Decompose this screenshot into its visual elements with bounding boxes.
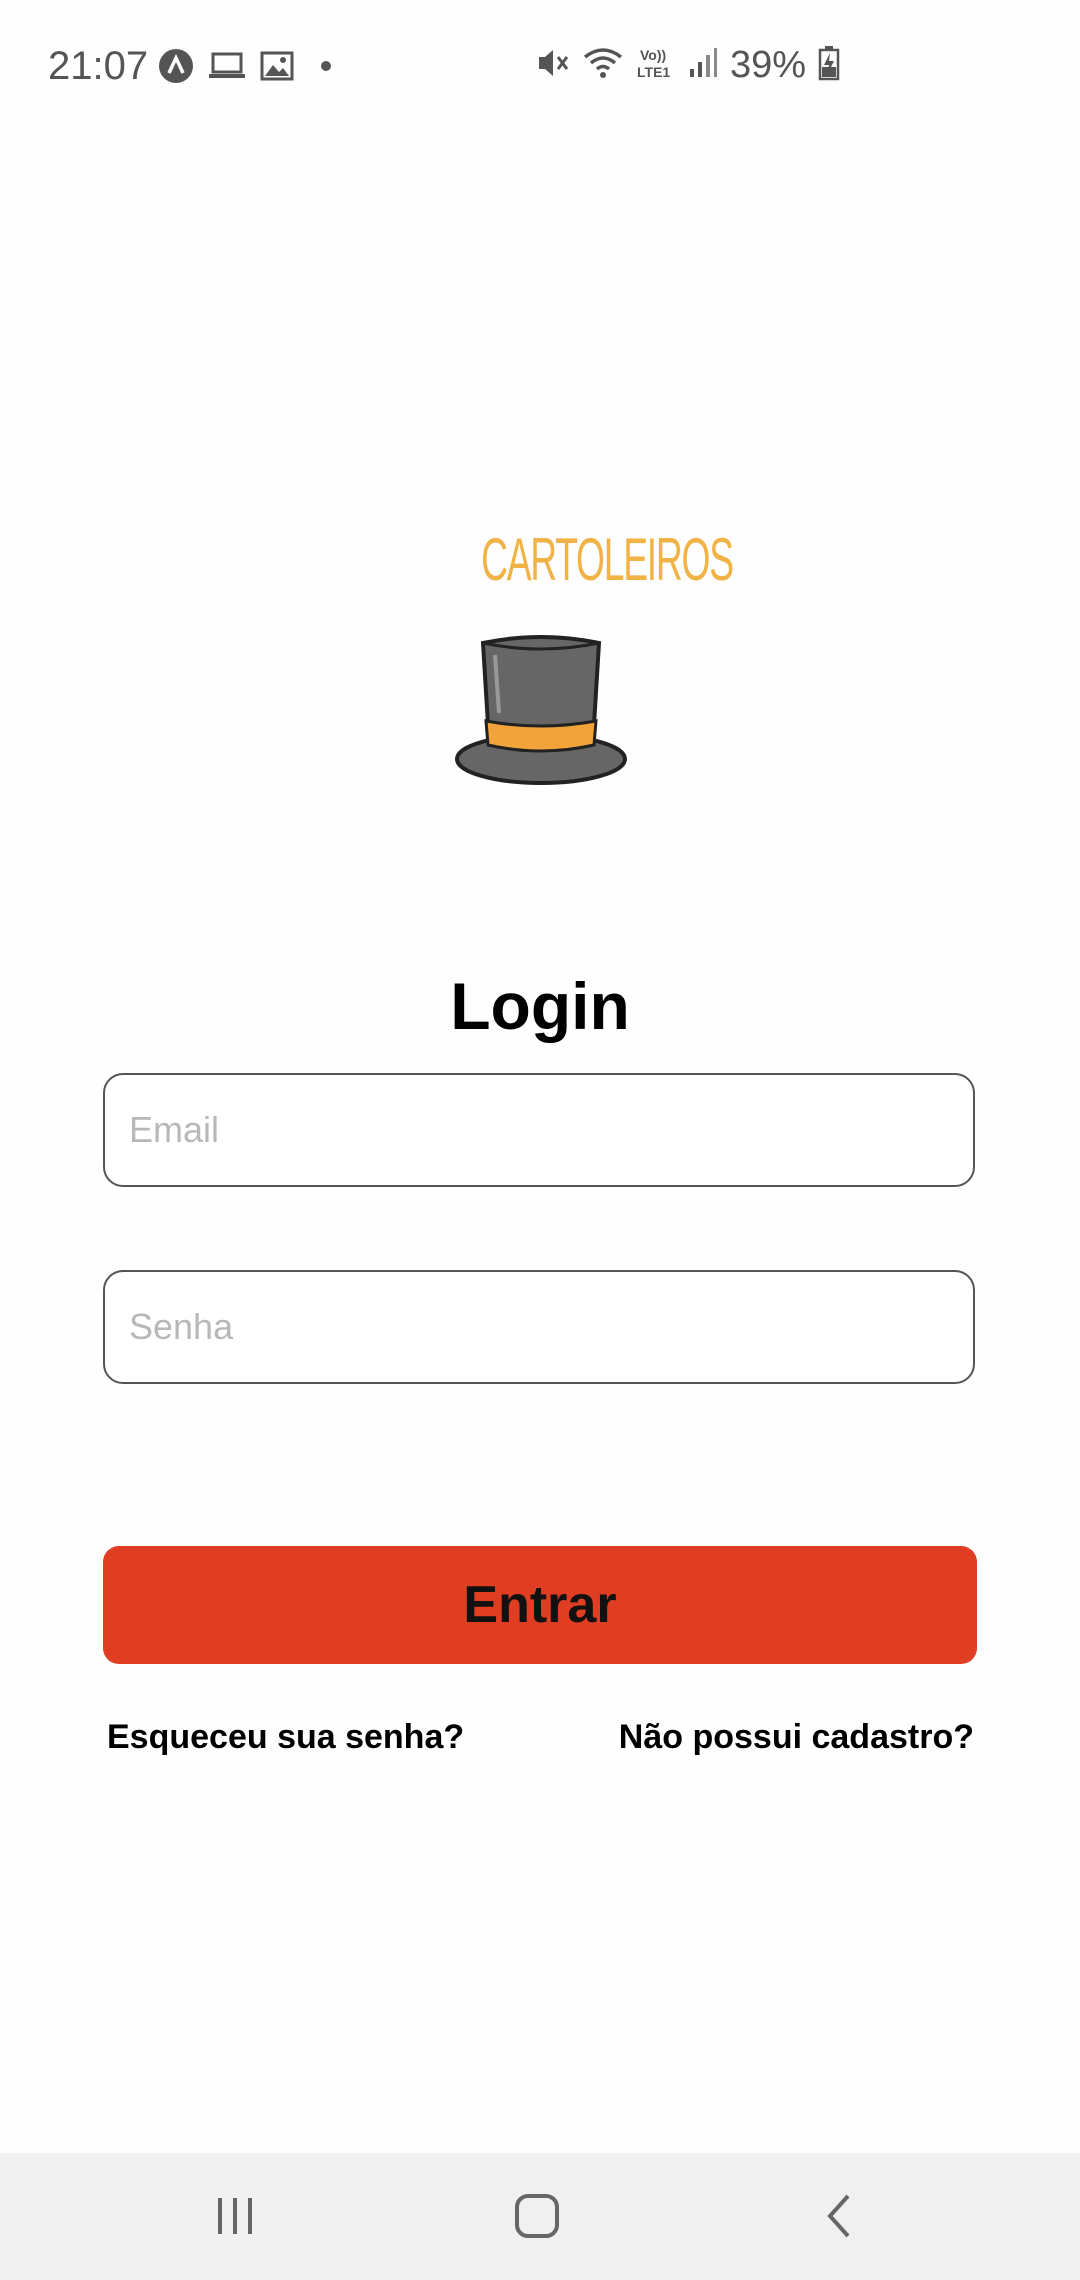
laptop-icon xyxy=(208,51,246,86)
battery-charging-icon xyxy=(818,45,840,86)
svg-text:Vo)): Vo)) xyxy=(640,47,666,63)
wifi-icon xyxy=(582,45,624,86)
back-button[interactable] xyxy=(805,2183,875,2253)
svg-text:LTE1: LTE1 xyxy=(637,64,670,80)
page-title: Login xyxy=(450,969,630,1043)
status-icons-left xyxy=(158,48,338,89)
volte-icon: Vo)) LTE1 xyxy=(636,45,676,86)
top-hat-icon xyxy=(453,633,629,794)
forgot-password-link[interactable]: Esqueceu sua senha? xyxy=(107,1718,464,1757)
navigation-bar xyxy=(0,2153,1080,2280)
app-logo: CARTOLEIROS xyxy=(445,515,734,795)
login-button[interactable]: Entrar xyxy=(103,1546,977,1664)
status-time: 21:07 xyxy=(48,44,149,88)
signup-link[interactable]: Não possui cadastro? xyxy=(619,1718,974,1757)
back-icon xyxy=(820,2192,860,2245)
password-field[interactable] xyxy=(103,1270,975,1384)
dot-icon xyxy=(308,51,338,86)
recent-apps-icon xyxy=(213,2194,257,2243)
status-bar: 21:07 Vo)) LTE1 39% xyxy=(0,0,1080,140)
brand-name: CARTOLEIROS xyxy=(481,526,734,593)
email-field[interactable] xyxy=(103,1073,975,1187)
home-icon xyxy=(513,2192,561,2245)
status-icons-right: Vo)) LTE1 39% xyxy=(536,44,840,87)
recent-apps-button[interactable] xyxy=(200,2183,270,2253)
image-icon xyxy=(260,51,294,86)
signal-icon xyxy=(688,45,718,86)
app-a-icon xyxy=(158,48,194,89)
home-button[interactable] xyxy=(502,2183,572,2253)
battery-percent: 39% xyxy=(730,44,807,86)
mute-icon xyxy=(536,45,570,86)
